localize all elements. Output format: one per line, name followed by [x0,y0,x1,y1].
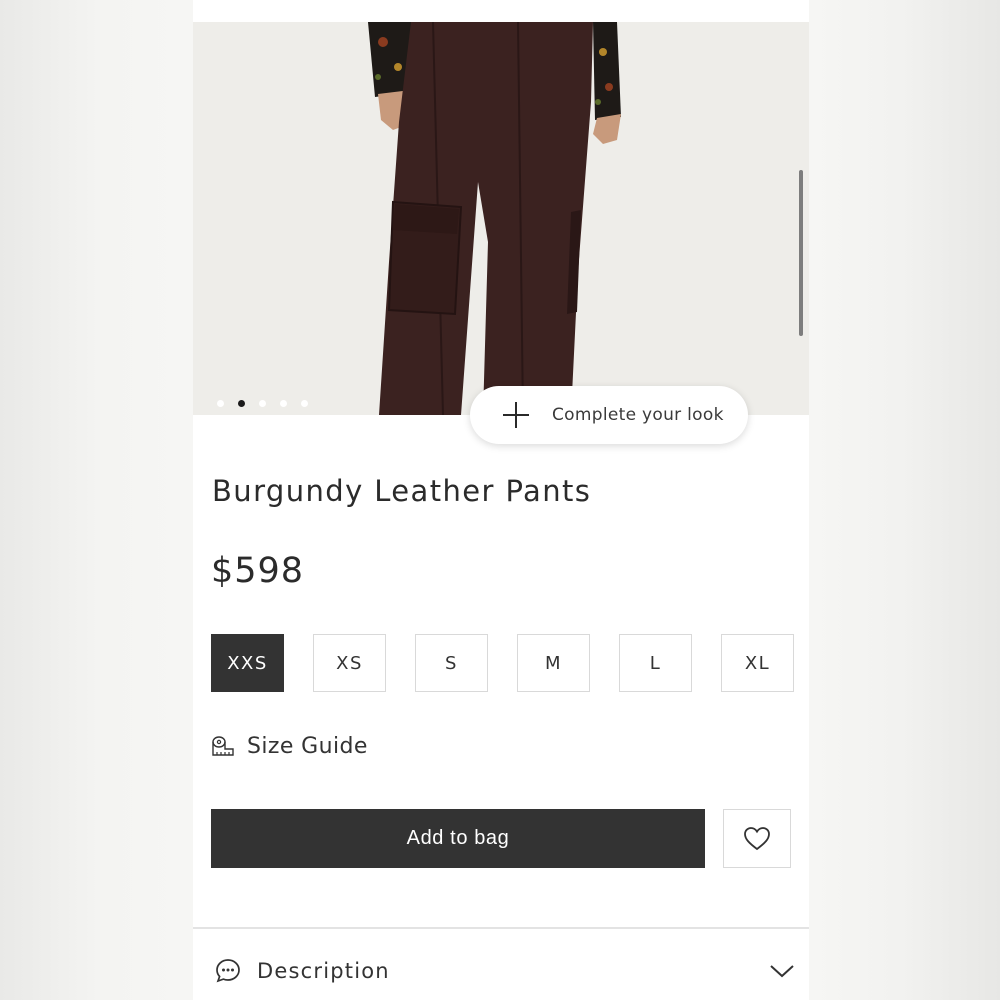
size-option-l[interactable]: L [619,634,692,692]
size-option-m[interactable]: M [517,634,590,692]
carousel-dot[interactable] [259,400,266,407]
carousel-dot[interactable] [301,400,308,407]
size-option-xl[interactable]: XL [721,634,794,692]
chat-bubble-icon [216,959,240,983]
tape-measure-icon [212,735,234,756]
plus-icon [502,401,530,429]
scrollbar[interactable] [799,170,803,336]
divider [193,927,809,929]
size-option-xs[interactable]: XS [313,634,386,692]
size-selector: XXS XS S M L XL [211,634,794,692]
product-image-carousel[interactable] [193,22,809,415]
carousel-dot[interactable] [280,400,287,407]
product-title: Burgundy Leather Pants [212,474,592,508]
wishlist-button[interactable] [723,809,791,868]
size-guide-link[interactable]: Size Guide [211,734,368,759]
description-accordion[interactable]: Description [215,953,795,989]
carousel-dots[interactable] [217,400,308,407]
size-guide-label: Size Guide [247,734,368,759]
size-option-s[interactable]: S [415,634,488,692]
carousel-dot-active[interactable] [238,400,245,407]
size-option-xxs[interactable]: XXS [211,634,284,692]
product-page: Complete your look Burgundy Leather Pant… [193,0,809,1000]
complete-your-look-button[interactable]: Complete your look [470,386,748,444]
heart-icon [744,826,770,850]
product-photo [193,22,809,415]
chevron-down-icon [770,965,794,978]
add-to-bag-button[interactable]: Add to bag [211,809,705,868]
complete-your-look-label: Complete your look [552,405,724,425]
description-label: Description [257,959,390,983]
product-price: $598 [211,551,305,591]
carousel-dot[interactable] [217,400,224,407]
